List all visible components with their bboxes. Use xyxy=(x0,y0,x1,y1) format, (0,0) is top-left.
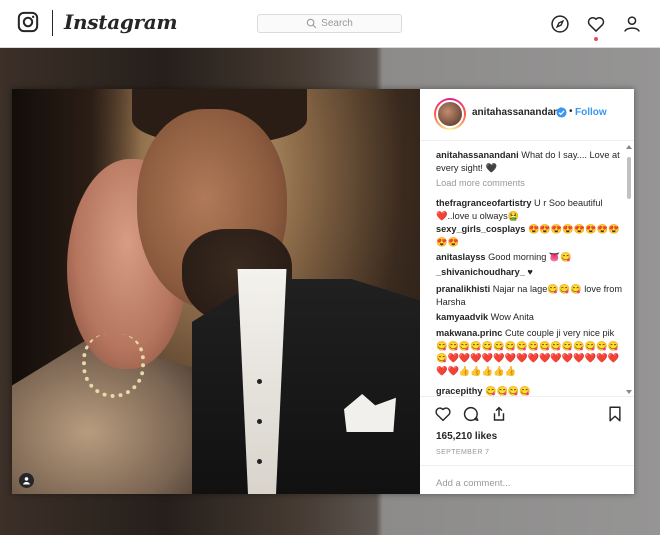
caption: anitahassanandani What do I say.... Love… xyxy=(436,149,624,174)
post-actions: 165,210 likes SEPTEMBER 7 Add a comment.… xyxy=(420,396,634,496)
list-item: kamyaadvik Wow Anita xyxy=(436,311,624,324)
post-modal: anitahassanandani • Follow anitahassanan… xyxy=(12,89,634,494)
comment-text: Wow Anita xyxy=(490,312,534,322)
search-input[interactable]: Search xyxy=(257,14,402,33)
add-comment-placeholder: Add a comment... xyxy=(436,478,511,489)
logo-divider xyxy=(52,10,53,36)
list-item: anitaslayss Good morning 👅😋 xyxy=(436,251,624,264)
comment-user[interactable]: pranalikhisti xyxy=(436,284,490,294)
follow-button[interactable]: Follow xyxy=(575,107,607,118)
comment-user[interactable]: anitahassanandani xyxy=(436,150,519,160)
comment-bubble-icon[interactable] xyxy=(462,405,480,423)
bookmark-save-icon[interactable] xyxy=(606,405,624,423)
post-header: anitahassanandani • Follow xyxy=(420,89,634,141)
list-item: pranalikhisti Najar na lage😋😋😋 love from… xyxy=(436,283,624,308)
comments-list[interactable]: anitahassanandani What do I say.... Love… xyxy=(420,141,634,396)
comment-user[interactable]: anitaslayss xyxy=(436,252,486,262)
load-more-comments[interactable]: Load more comments xyxy=(436,178,525,188)
post-username[interactable]: anitahassanandani xyxy=(472,107,562,118)
post-date: SEPTEMBER 7 xyxy=(436,449,490,456)
list-item: makwana.princ Cute couple ji very nice p… xyxy=(436,327,624,377)
top-navigation-bar: Instagram Search xyxy=(0,0,660,48)
list-item: sexy_girls_cosplays 😍😍😍😍😍😍😍😍😍😍 xyxy=(436,223,624,248)
post-photo[interactable] xyxy=(12,89,420,494)
scroll-up-arrow-icon[interactable] xyxy=(626,145,632,149)
comment-user[interactable]: sexy_girls_cosplays xyxy=(436,224,525,234)
comment-user[interactable]: thefragranceofartistry xyxy=(436,198,531,208)
story-ring[interactable] xyxy=(434,98,466,130)
add-comment-field[interactable]: Add a comment... xyxy=(420,465,634,500)
separator-dot: • xyxy=(569,106,573,117)
list-item: _shivanichoudhary_ ♥ xyxy=(436,266,624,279)
comment-text: 😋😋😋😋 xyxy=(485,386,531,396)
comments-scrollbar[interactable] xyxy=(627,157,631,199)
search-placeholder: Search xyxy=(321,18,353,29)
scroll-down-arrow-icon[interactable] xyxy=(626,390,632,394)
comment-user[interactable]: makwana.princ xyxy=(436,328,502,338)
notification-dot xyxy=(594,37,598,41)
list-item: thefragranceofartistry U r Soo beautiful… xyxy=(436,197,624,222)
comment-text: Good morning 👅😋 xyxy=(488,252,572,262)
avatar[interactable] xyxy=(436,100,464,128)
comment-user[interactable]: _shivanichoudhary_ xyxy=(436,267,525,277)
comment-text: ♥ xyxy=(527,267,533,277)
heart-activity-icon[interactable] xyxy=(586,14,606,34)
list-item: gracepithy 😋😋😋😋 xyxy=(436,385,624,396)
share-upload-icon[interactable] xyxy=(490,405,508,423)
instagram-wordmark[interactable]: Instagram xyxy=(64,10,178,34)
compass-explore-icon[interactable] xyxy=(550,14,570,34)
like-heart-icon[interactable] xyxy=(434,405,452,423)
comment-user[interactable]: kamyaadvik xyxy=(436,312,488,322)
profile-icon[interactable] xyxy=(622,14,642,34)
user-tag-icon[interactable] xyxy=(19,473,34,488)
post-sidebar: anitahassanandani • Follow anitahassanan… xyxy=(420,89,634,494)
instagram-logo-icon[interactable] xyxy=(17,11,39,33)
likes-count[interactable]: 165,210 likes xyxy=(436,431,497,442)
search-icon xyxy=(306,18,317,29)
verified-badge-icon xyxy=(556,107,567,118)
comment-user[interactable]: gracepithy xyxy=(436,386,482,396)
